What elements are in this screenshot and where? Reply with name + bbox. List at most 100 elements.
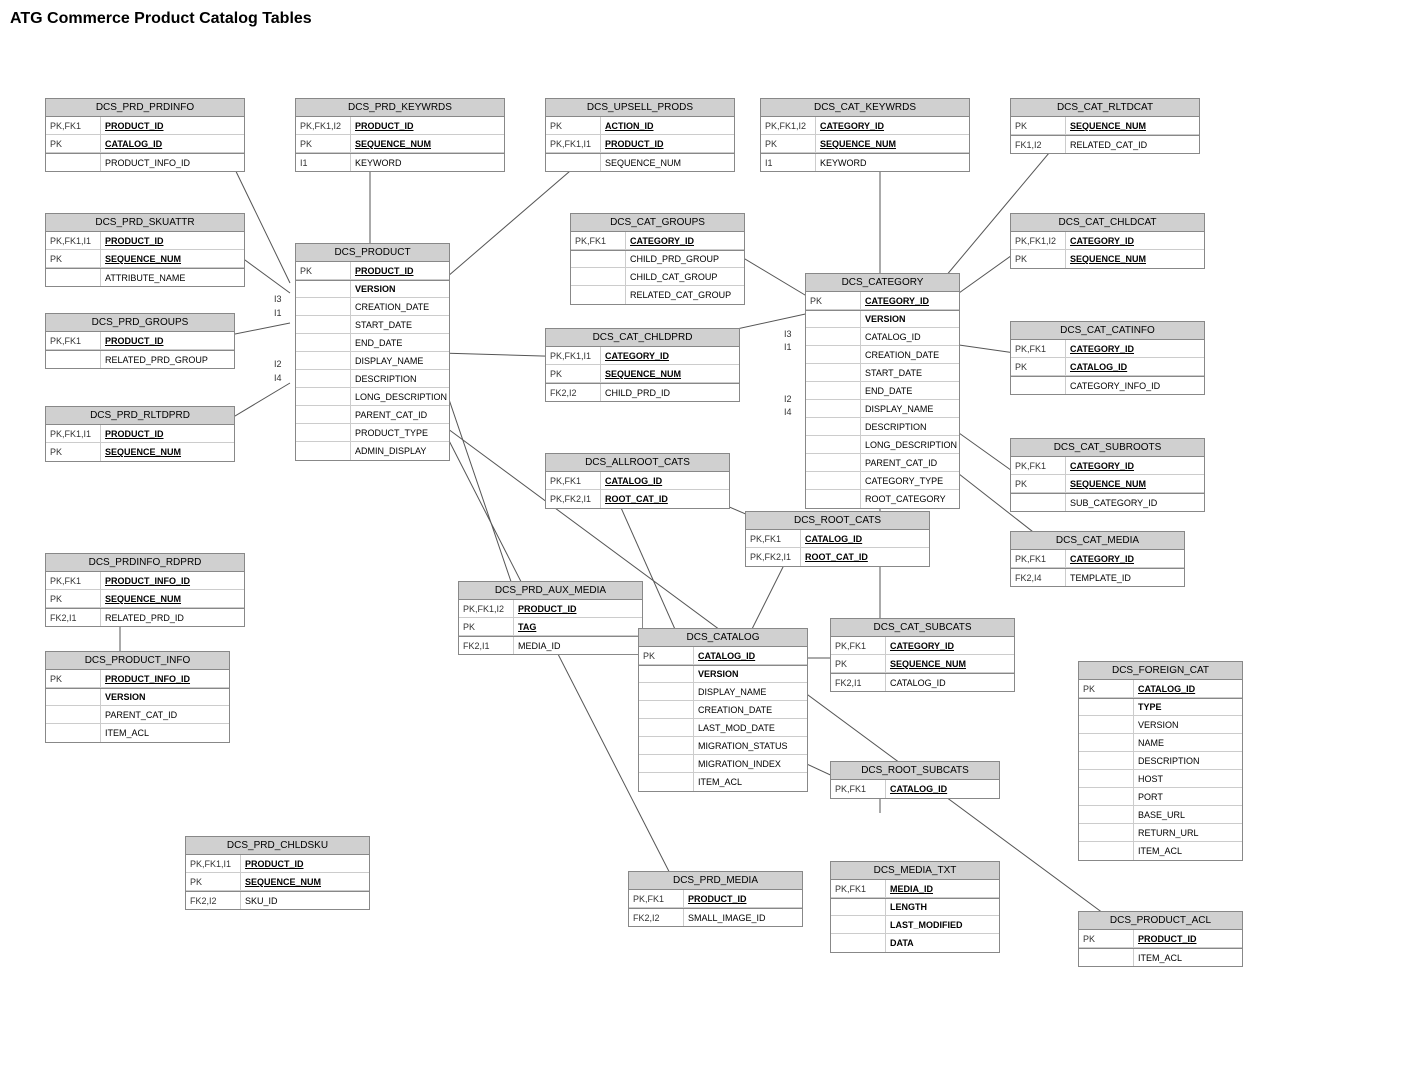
col-key: PK (1011, 358, 1066, 375)
col-key (831, 899, 886, 915)
side-label-i4: I4 (274, 373, 282, 383)
col-field: TYPE (1134, 699, 1242, 715)
table-header: DCS_PRD_MEDIA (629, 872, 802, 890)
col-field: PARENT_CAT_ID (861, 454, 959, 471)
col-key (639, 683, 694, 700)
col-key: PK,FK1 (1011, 550, 1066, 567)
col-field: SEQUENCE_NUM (1066, 117, 1199, 134)
col-field: SKU_ID (241, 892, 369, 909)
col-key (1079, 752, 1134, 769)
col-key (1011, 494, 1066, 511)
table-dcs-root-subcats: DCS_ROOT_SUBCATS PK,FK1 CATALOG_ID (830, 761, 1000, 799)
table-dcs-cat-groups: DCS_CAT_GROUPS PK,FK1 CATEGORY_ID CHILD_… (570, 213, 745, 305)
col-field: RELATED_CAT_GROUP (626, 286, 744, 304)
col-key: I1 (761, 154, 816, 171)
table-header: DCS_ROOT_CATS (746, 512, 929, 530)
col-key (1079, 806, 1134, 823)
col-field: SMALL_IMAGE_ID (684, 909, 802, 926)
col-key: PK,FK1,I2 (761, 117, 816, 134)
col-key (831, 934, 886, 952)
col-key (806, 472, 861, 489)
table-header: DCS_CAT_GROUPS (571, 214, 744, 232)
side-label-i1: I1 (274, 308, 282, 318)
col-key (806, 400, 861, 417)
table-dcs-category: DCS_CATEGORY PK CATEGORY_ID VERSION CATA… (805, 273, 960, 509)
col-key: FK2,I1 (459, 637, 514, 654)
col-field: CATEGORY_TYPE (861, 472, 959, 489)
col-field: ATTRIBUTE_NAME (101, 269, 244, 286)
col-field: START_DATE (861, 364, 959, 381)
col-key (296, 424, 351, 441)
col-field: LAST_MODIFIED (886, 916, 999, 933)
diagram-container: DCS_PRD_PRDINFO PK,FK1 PRODUCT_ID PK CAT… (10, 43, 1390, 1063)
table-dcs-upsell-prods: DCS_UPSELL_PRODS PK ACTION_ID PK,FK1,I1 … (545, 98, 735, 172)
col-key: PK (46, 250, 101, 267)
col-key: PK,FK1,I1 (546, 135, 601, 152)
side-label-i3: I3 (274, 294, 282, 304)
table-dcs-foreign-cat: DCS_FOREIGN_CAT PK CATALOG_ID TYPE VERSI… (1078, 661, 1243, 861)
col-field: LONG_DESCRIPTION (861, 436, 961, 453)
col-key (296, 370, 351, 387)
col-field: SEQUENCE_NUM (241, 873, 369, 890)
col-field: VERSION (1134, 716, 1242, 733)
col-key: PK,FK2,I1 (746, 548, 801, 566)
col-field: TAG (514, 618, 642, 635)
col-key: FK2,I2 (629, 909, 684, 926)
col-field: DESCRIPTION (351, 370, 449, 387)
col-key (806, 364, 861, 381)
col-field: PARENT_CAT_ID (101, 706, 229, 723)
col-key (46, 154, 101, 171)
col-key: PK,FK1,I2 (459, 600, 514, 617)
col-key: PK,FK1 (831, 780, 886, 798)
col-field: SEQUENCE_NUM (1066, 250, 1204, 268)
col-key: PK,FK1 (46, 332, 101, 349)
col-field: CATEGORY_ID (601, 347, 739, 364)
col-field: CATALOG_ID (886, 780, 999, 798)
col-key: PK (1011, 475, 1066, 492)
col-field: END_DATE (351, 334, 449, 351)
col-field: SEQUENCE_NUM (1066, 475, 1204, 492)
col-key: PK (806, 292, 861, 309)
col-field: PRODUCT_ID (684, 890, 802, 907)
col-field: RETURN_URL (1134, 824, 1242, 841)
col-field: START_DATE (351, 316, 449, 333)
col-key (296, 298, 351, 315)
col-field: PRODUCT_INFO_ID (101, 572, 244, 589)
col-key: PK,FK2,I1 (546, 490, 601, 508)
col-key (571, 251, 626, 267)
side-label-i3-cat: I3 (784, 329, 792, 339)
col-field: CATEGORY_ID (886, 637, 1014, 654)
col-field: VERSION (861, 311, 959, 327)
table-dcs-product-info: DCS_PRODUCT_INFO PK PRODUCT_INFO_ID VERS… (45, 651, 230, 743)
col-key (296, 281, 351, 297)
col-field: SEQUENCE_NUM (816, 135, 969, 152)
col-field: DESCRIPTION (861, 418, 959, 435)
col-field: RELATED_PRD_GROUP (101, 351, 234, 368)
col-key: PK (459, 618, 514, 635)
col-field: DATA (886, 934, 999, 952)
col-key (1079, 824, 1134, 841)
table-header: DCS_CATEGORY (806, 274, 959, 292)
col-field: PORT (1134, 788, 1242, 805)
col-field: PRODUCT_ID (101, 332, 234, 349)
table-dcs-product: DCS_PRODUCT PK PRODUCT_ID VERSION CREATI… (295, 243, 450, 461)
col-field: CATEGORY_ID (1066, 340, 1204, 357)
table-header: DCS_PRODUCT (296, 244, 449, 262)
col-key (639, 773, 694, 791)
table-dcs-product-acl: DCS_PRODUCT_ACL PK PRODUCT_ID ITEM_ACL (1078, 911, 1243, 967)
col-key: PK,FK1 (46, 572, 101, 589)
col-key: PK,FK1 (629, 890, 684, 907)
col-key (806, 311, 861, 327)
side-label-i2: I2 (274, 359, 282, 369)
col-key: PK (1079, 680, 1134, 697)
col-key (46, 351, 101, 368)
table-dcs-cat-rltdcat: DCS_CAT_RLTDCAT PK SEQUENCE_NUM FK1,I2 R… (1010, 98, 1200, 154)
col-field: ROOT_CAT_ID (801, 548, 929, 566)
col-key (639, 737, 694, 754)
table-header: DCS_PRD_PRDINFO (46, 99, 244, 117)
col-key: PK (46, 670, 101, 687)
col-key (1079, 699, 1134, 715)
col-key: PK,FK1,I2 (296, 117, 351, 134)
col-key: PK (1011, 117, 1066, 134)
table-dcs-cat-media: DCS_CAT_MEDIA PK,FK1 CATEGORY_ID FK2,I4 … (1010, 531, 1185, 587)
